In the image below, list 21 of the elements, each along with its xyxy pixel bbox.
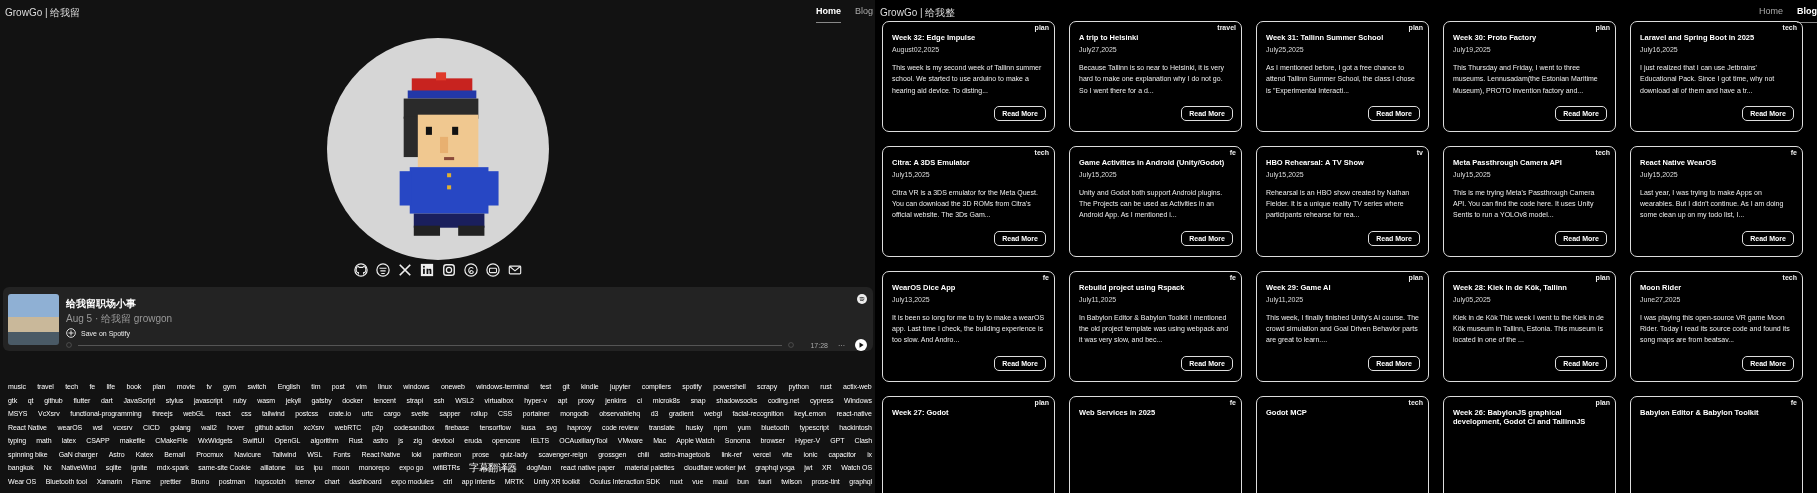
- episode-title[interactable]: 给我留职场小事: [66, 297, 173, 311]
- mail-icon[interactable]: [507, 263, 522, 277]
- site-brand[interactable]: GrowGo | 给我整: [880, 6, 956, 20]
- badge-icon[interactable]: [375, 263, 390, 277]
- play-icon[interactable]: [855, 339, 867, 351]
- linkedin-icon[interactable]: [419, 263, 434, 277]
- github-icon[interactable]: [353, 263, 368, 277]
- square-icon[interactable]: [441, 263, 456, 277]
- plus-circle-icon: [66, 328, 76, 338]
- nav-link[interactable]: Blog: [1797, 6, 1817, 23]
- badge-icon[interactable]: [485, 263, 500, 277]
- nav-link[interactable]: Home: [815, 6, 841, 23]
- spotify-icon[interactable]: [857, 294, 867, 304]
- threads-icon[interactable]: [463, 263, 478, 277]
- x-icon[interactable]: [397, 263, 412, 277]
- episode-meta: Aug 5 · 给我留 growgon: [66, 312, 173, 326]
- site-brand[interactable]: GrowGo | 给我留: [5, 6, 81, 20]
- photo-placeholder: [8, 294, 59, 345]
- nav-link[interactable]: Blog: [855, 6, 873, 23]
- tag-link[interactable]: 字幕翻译器: [469, 460, 517, 475]
- nav-link[interactable]: Home: [1759, 6, 1783, 23]
